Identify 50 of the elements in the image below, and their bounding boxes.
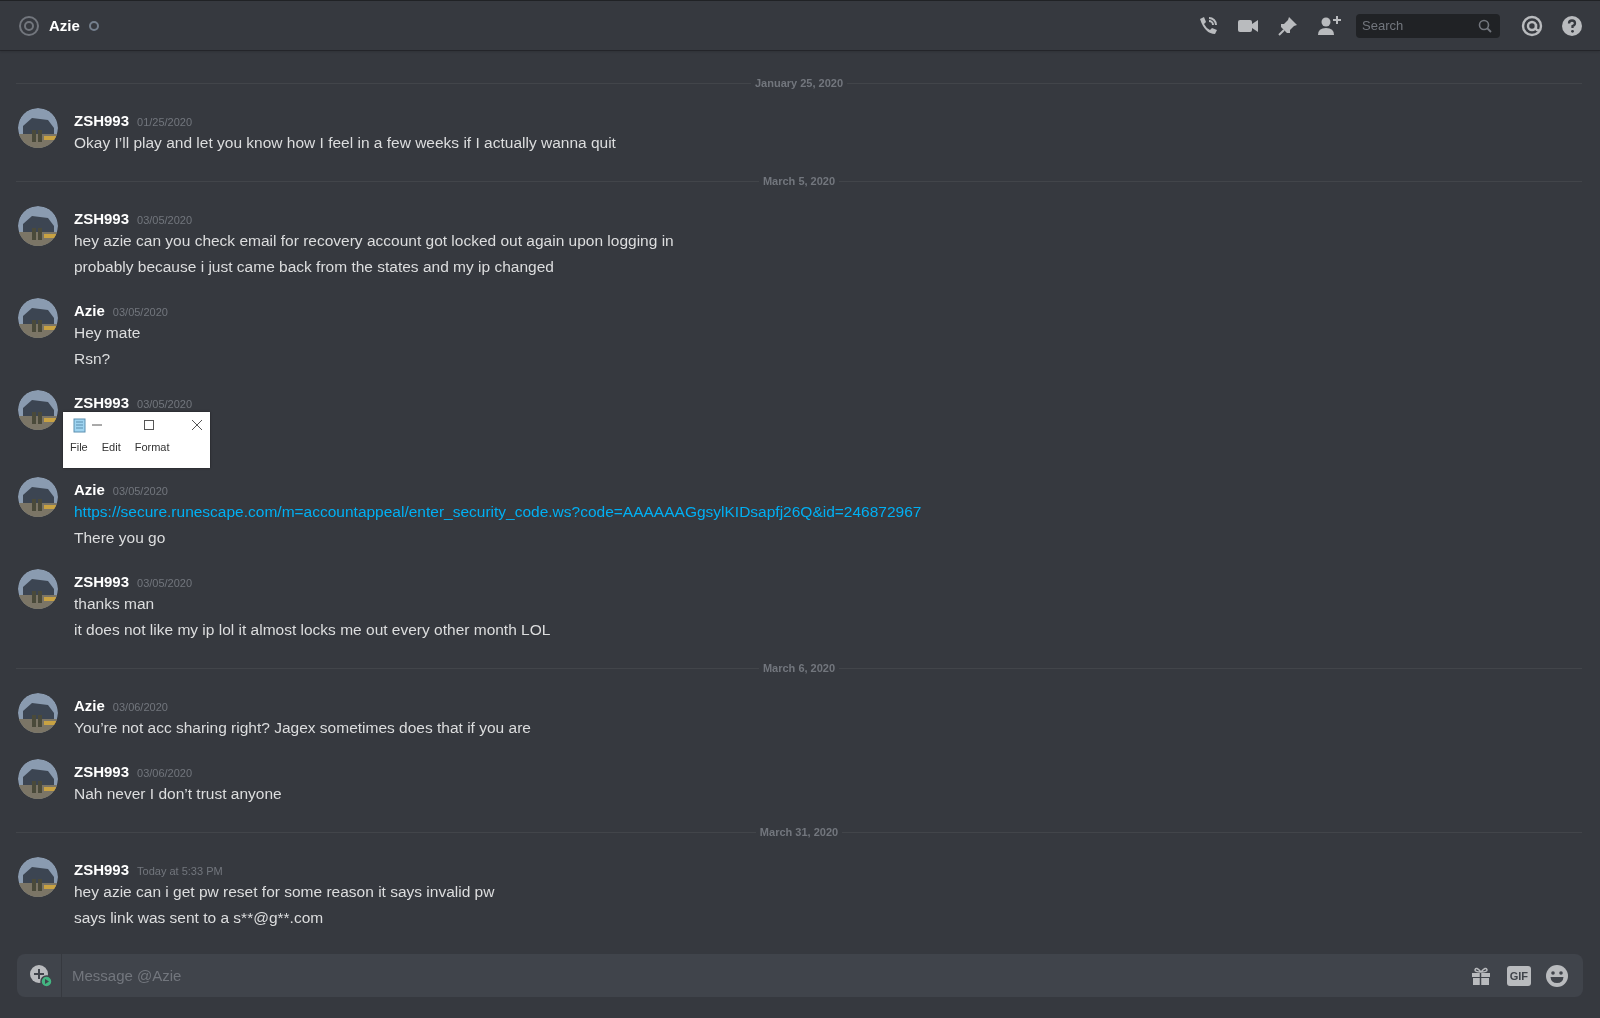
gif-button[interactable]: GIF <box>1506 965 1531 986</box>
date-divider: March 5, 2020 <box>761 175 837 187</box>
timestamp: 03/05/2020 <box>112 484 168 499</box>
timestamp: 03/05/2020 <box>137 213 193 228</box>
timestamp: 03/05/2020 <box>137 576 193 591</box>
message-text: it does not like my ip lol it almost locks me out every other month LOL <box>74 620 551 640</box>
maximize-icon[interactable] <box>143 419 155 431</box>
date-divider: March 31, 2020 <box>758 826 840 838</box>
timestamp: 03/06/2020 <box>112 700 168 715</box>
upload-icon[interactable] <box>29 963 53 988</box>
menu-item[interactable]: Edit <box>101 438 121 456</box>
username[interactable]: ZSH993 <box>74 112 130 130</box>
username[interactable]: ZSH993 <box>74 763 130 781</box>
notepad-icon <box>71 417 87 433</box>
username[interactable]: ZSH993 <box>74 573 130 591</box>
timestamp: 03/05/2020 <box>112 305 168 320</box>
mentions-icon[interactable] <box>1520 13 1544 38</box>
close-icon[interactable] <box>191 419 203 431</box>
date-divider: March 6, 2020 <box>761 662 837 674</box>
message-text: Nah never I don’t trust anyone <box>74 784 282 804</box>
message-text: Okay I’ll play and let you know how I feel in a few weeks if I actually wanna quit <box>74 133 616 153</box>
message-text: Hey mate <box>74 323 142 343</box>
add-friend-icon[interactable] <box>1316 13 1342 38</box>
message-text: Rsn? <box>74 349 112 369</box>
message-text: thanks man <box>74 594 156 614</box>
channel-title: Azie <box>49 17 80 34</box>
menu-item[interactable]: Format <box>134 438 170 456</box>
username[interactable]: Azie <box>74 302 105 320</box>
username[interactable]: ZSH993 <box>74 210 130 228</box>
message-text: There you go <box>74 528 167 548</box>
help-icon[interactable] <box>1560 13 1584 38</box>
message-text: You’re not acc sharing right? Jagex sometimes does that if you are <box>74 718 531 738</box>
message-text: hey azie can i get pw reset for some reason it says invalid pw <box>74 882 495 902</box>
timestamp: Today at 5:33 PM <box>137 864 223 879</box>
message-text: hey azie can you check email for recovery account got locked out again upon logging in <box>74 231 674 251</box>
username[interactable]: ZSH993 <box>74 861 130 879</box>
username[interactable]: ZSH993 <box>74 394 130 412</box>
message-text: says link was sent to a s**@g**.com <box>74 908 325 928</box>
timestamp: 01/25/2020 <box>137 115 193 130</box>
message-link[interactable]: https://secure.runescape.com/m=accountappeal/enter_security_code.ws?code=AAAAAAGgsylKIDsapfj26Q&id=246872967 <box>74 499 922 525</box>
emoji-icon[interactable] <box>1545 963 1569 988</box>
search-field[interactable]: Search <box>1356 13 1500 38</box>
search-icon <box>1478 18 1492 33</box>
username[interactable]: Azie <box>74 697 105 715</box>
message-text: probably because i just came back from the states and my ip changed <box>74 257 555 277</box>
username[interactable]: Azie <box>74 481 105 499</box>
menu-item[interactable]: File <box>70 438 88 456</box>
timestamp: 03/05/2020 <box>137 397 193 412</box>
timestamp: 03/06/2020 <box>137 766 193 781</box>
date-divider: January 25, 2020 <box>753 77 845 89</box>
